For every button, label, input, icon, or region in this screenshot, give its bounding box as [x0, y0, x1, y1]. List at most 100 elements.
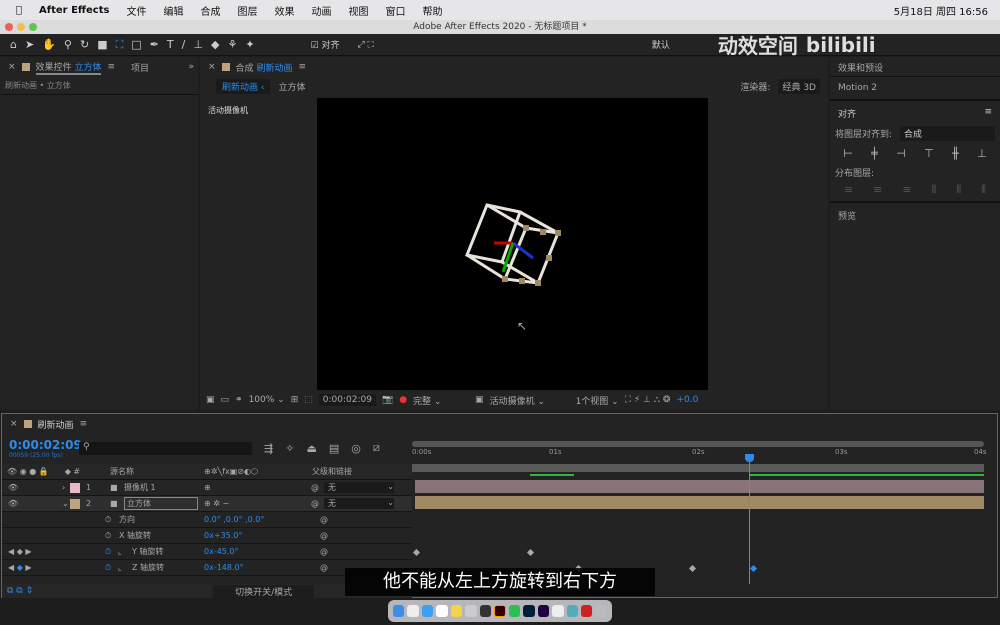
views-layout-dropdown[interactable]: 1个视图 ⌄ [576, 394, 619, 407]
pan-behind-tool-icon[interactable]: ⛶ [116, 38, 124, 52]
pen-tool-icon[interactable]: ✒ [150, 38, 159, 51]
menu-help[interactable]: 帮助 [422, 3, 442, 18]
stopwatch-icon[interactable]: ⏱ [105, 563, 111, 573]
app-icon[interactable] [479, 605, 492, 617]
always-preview-icon[interactable]: ▣ [206, 395, 215, 405]
keyframe[interactable] [750, 564, 758, 573]
layer-row[interactable]: 👁 ⌄ 2 ■ 立方体 ⊕ ✲ − @ 无 ⌄ [2, 496, 412, 512]
crumb-layer[interactable]: 立方体 [278, 80, 305, 93]
camera-tool-icon[interactable]: ■ [97, 38, 107, 51]
illustrator-icon[interactable] [494, 605, 506, 617]
project-tab[interactable]: 项目 [131, 61, 149, 74]
menu-file[interactable]: 文件 [126, 3, 146, 18]
close-tab-icon[interactable]: × [8, 62, 16, 72]
expression-pickwhip-icon[interactable]: @ [320, 515, 328, 524]
menu-effect[interactable]: 效果 [274, 3, 294, 18]
snap-checkbox[interactable]: ☑ 对齐 [311, 38, 340, 51]
clock[interactable]: 5月18日 周四 16:56 [894, 3, 988, 18]
align-bottom-icon[interactable]: ⊥ [977, 147, 987, 160]
collapse-icon[interactable]: ⌄ [62, 499, 69, 508]
apple-icon[interactable]:  [16, 5, 22, 16]
minimize-window-button[interactable] [17, 23, 25, 31]
calendar-icon[interactable] [436, 605, 448, 617]
close-tab-icon[interactable]: × [208, 62, 216, 72]
distribute-hcenter-icon[interactable]: ⦀ [956, 183, 961, 197]
parent-header[interactable]: 父级和链接 [312, 466, 352, 477]
close-window-button[interactable] [5, 23, 13, 31]
expression-pickwhip-icon[interactable]: @ [320, 563, 328, 572]
menu-icon[interactable]: ≡ [298, 62, 306, 72]
rotate-tool-icon[interactable]: ↻ [80, 38, 89, 51]
graph-editor-icon[interactable]: ⧄ [373, 441, 380, 455]
footer-icons[interactable]: ⧉ ⧉ ⇕ [7, 586, 33, 596]
layer-name[interactable]: 立方体 [124, 497, 198, 510]
stopwatch-icon[interactable]: ⏱ [105, 515, 111, 525]
stopwatch-icon[interactable]: ⏱ [105, 531, 111, 541]
timeline-timecode[interactable]: 0:00:02:09 [9, 438, 82, 452]
photoshop-icon[interactable] [523, 605, 535, 617]
exposure-value[interactable]: +0.0 [676, 395, 698, 405]
overflow-icon[interactable]: » [188, 62, 194, 72]
grid-icon[interactable]: ⊞ [291, 395, 299, 405]
viewer[interactable]: ↖ [317, 98, 708, 390]
rectangle-tool-icon[interactable]: □ [131, 38, 141, 51]
motion-blur-icon[interactable]: ◎ [351, 442, 361, 455]
property-value[interactable]: 0x+35.0° [204, 531, 242, 540]
menu-edit[interactable]: 编辑 [163, 3, 183, 18]
frame-blend-icon[interactable]: ▤ [329, 442, 339, 455]
distribute-vcenter-icon[interactable]: ≡ [873, 183, 882, 197]
expression-pickwhip-icon[interactable]: @ [320, 547, 328, 556]
layer-label-color[interactable] [70, 498, 80, 509]
color-channels-icon[interactable]: ● [399, 395, 407, 405]
align-right-icon[interactable]: ⊣ [896, 147, 906, 160]
layer-label-color[interactable] [70, 482, 80, 493]
region-icon[interactable]: ⬚ [304, 395, 313, 405]
pin-tool-icon[interactable]: ✦ [245, 38, 254, 51]
menu-animation[interactable]: 动画 [311, 3, 331, 18]
graph-icon[interactable]: ⌞ [118, 547, 122, 556]
keyframe-nav[interactable]: ◀ ◆ ▶ [8, 563, 32, 572]
zoom-window-button[interactable] [29, 23, 37, 31]
selection-tool-icon[interactable]: ➤ [25, 38, 34, 51]
layer-name[interactable]: 摄像机 1 [124, 482, 156, 493]
layer-switches[interactable]: ⊕ [204, 483, 211, 492]
effects-presets-header[interactable]: 效果和预设 [830, 57, 1000, 77]
align-vcenter-icon[interactable]: ╫ [952, 147, 959, 160]
chrome-icon[interactable] [552, 605, 564, 617]
current-time[interactable]: 0:00:02:09 [318, 394, 376, 406]
menu-window[interactable]: 窗口 [385, 3, 405, 18]
visibility-icon[interactable]: 👁 [8, 483, 18, 492]
finder-icon[interactable] [393, 605, 405, 617]
distribute-bottom-icon[interactable]: ≡ [902, 183, 911, 197]
after-effects-icon[interactable] [537, 605, 550, 617]
transparency-icon[interactable]: ▣ [475, 395, 484, 405]
trash-icon[interactable] [595, 605, 607, 617]
work-area-bar[interactable] [412, 464, 984, 472]
distribute-top-icon[interactable]: ≡ [844, 183, 853, 197]
safari-icon[interactable] [421, 605, 434, 617]
comp-flowchart-icon[interactable]: ⇶ [264, 442, 273, 455]
effects-tab[interactable]: 效果控件 立方体 [35, 60, 102, 75]
pickwhip-icon[interactable]: @ [311, 483, 319, 492]
keyframe-nav[interactable]: ◀ ◆ ▶ [8, 547, 32, 556]
property-value[interactable]: 0x-45.0° [204, 547, 239, 556]
comp-tab[interactable]: 合成 刷新动画 [236, 61, 293, 74]
align-hcenter-icon[interactable]: ╪ [871, 147, 878, 160]
snap-options-icon[interactable]: ⤢ ⛶ [357, 40, 373, 50]
timeline-graph[interactable]: 0:00s 01s 02s 03s 04s [412, 438, 997, 584]
timeline-tab[interactable]: 刷新动画 [38, 418, 74, 431]
workspace-default[interactable]: 默认 [652, 38, 670, 51]
menu-icon[interactable]: ≡ [80, 419, 88, 429]
shy-icon[interactable]: ⏏ [306, 442, 316, 455]
mask-icon[interactable]: ⚭ [235, 395, 243, 405]
expression-pickwhip-icon[interactable]: @ [320, 531, 328, 540]
close-tab-icon[interactable]: × [10, 419, 18, 429]
layer-duration-bar[interactable] [415, 480, 984, 493]
zoom-dropdown[interactable]: 100% ⌄ [249, 395, 285, 405]
draft-3d-icon[interactable]: ✧ [285, 442, 294, 455]
text-tool-icon[interactable]: T [167, 38, 174, 51]
app-icon[interactable] [566, 605, 578, 617]
menu-icon[interactable]: ≡ [984, 107, 992, 120]
preview-panel[interactable]: 预览 [830, 203, 1000, 228]
layer-duration-bar[interactable] [415, 496, 984, 509]
